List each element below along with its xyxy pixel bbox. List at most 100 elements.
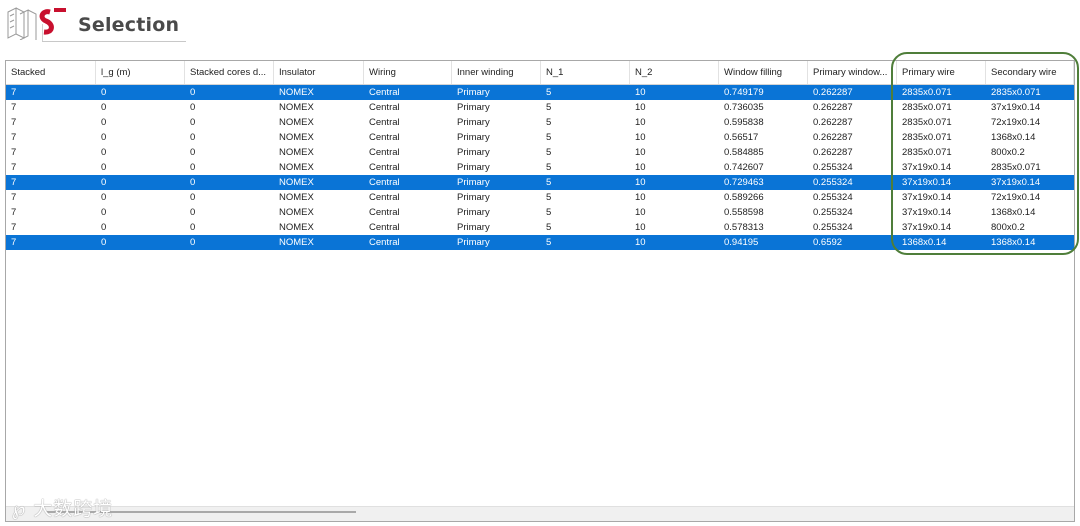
cell-stacked: 7 — [11, 162, 17, 173]
cell-insulator: NOMEX — [279, 222, 314, 233]
cell-lg: 0 — [101, 207, 107, 218]
column-header-primary-wire[interactable]: Primary wire — [897, 61, 986, 84]
cell-primary-window: 0.262287 — [813, 87, 853, 98]
table-row[interactable]: 7 0 0 NOMEX Central Primary 5 10 0.742607 0.25532… — [6, 160, 1074, 175]
column-header-stacked-cores[interactable]: Stacked cores d... — [185, 61, 274, 84]
column-header-wiring[interactable]: Wiring — [364, 61, 452, 84]
cell-insulator: NOMEX — [279, 117, 314, 128]
cell-primary-window: 0.255324 — [813, 177, 853, 188]
cell-stacked-cores: 0 — [190, 237, 196, 248]
wire-logo-icon — [7, 7, 66, 40]
cell-primary-window: 0.262287 — [813, 102, 853, 113]
cell-secondary-wire: 800x0.2 — [991, 222, 1025, 233]
cell-lg: 0 — [101, 102, 107, 113]
cell-window-filling: 0.595838 — [724, 117, 764, 128]
cell-stacked-cores: 0 — [190, 207, 196, 218]
selection-table[interactable]: Stacked l_g (m) Stacked cores d... Insulato… — [5, 60, 1075, 522]
cell-inner-winding: Primary — [457, 192, 490, 203]
cell-n1: 5 — [546, 117, 552, 128]
column-header-n1[interactable]: N_1 — [541, 61, 630, 84]
column-header-secondary-wire[interactable]: Secondary wire — [986, 61, 1074, 84]
cell-n1: 5 — [546, 222, 552, 233]
watermark-logo-icon: ℘ — [12, 498, 27, 520]
cell-inner-winding: Primary — [457, 207, 490, 218]
cell-stacked: 7 — [11, 207, 17, 218]
cell-wiring: Central — [369, 132, 400, 143]
cell-stacked: 7 — [11, 192, 17, 203]
cell-secondary-wire: 1368x0.14 — [991, 207, 1036, 218]
cell-stacked-cores: 0 — [190, 117, 196, 128]
cell-n1: 5 — [546, 192, 552, 203]
watermark: ℘ 大数跨境 — [12, 494, 113, 521]
cell-wiring: Central — [369, 117, 400, 128]
table-row[interactable]: 7 0 0 NOMEX Central Primary 5 10 0.584885 0.26228… — [6, 145, 1074, 160]
table-row[interactable]: 7 0 0 NOMEX Central Primary 5 10 0.56517 0.262287… — [6, 130, 1074, 145]
cell-primary-window: 0.255324 — [813, 162, 853, 173]
cell-insulator: NOMEX — [279, 132, 314, 143]
table-row[interactable]: 7 0 0 NOMEX Central Primary 5 10 0.578313 0.25532… — [6, 220, 1074, 235]
cell-primary-wire: 37x19x0.14 — [902, 177, 952, 188]
table-row[interactable]: 7 0 0 NOMEX Central Primary 5 10 0.558598 0.25532… — [6, 205, 1074, 220]
table-row[interactable]: 7 0 0 NOMEX Central Primary 5 10 0.729463 0.25532… — [6, 175, 1074, 190]
cell-primary-wire: 2835x0.071 — [902, 147, 952, 158]
cell-lg: 0 — [101, 177, 107, 188]
cell-wiring: Central — [369, 102, 400, 113]
cell-n1: 5 — [546, 87, 552, 98]
cell-stacked-cores: 0 — [190, 102, 196, 113]
cell-inner-winding: Primary — [457, 222, 490, 233]
header-divider-vertical — [42, 24, 43, 42]
cell-lg: 0 — [101, 147, 107, 158]
table-row[interactable]: 7 0 0 NOMEX Central Primary 5 10 0.749179 0.26228… — [6, 85, 1074, 100]
cell-inner-winding: Primary — [457, 102, 490, 113]
column-header-primary-window[interactable]: Primary window... — [808, 61, 897, 84]
cell-n2: 10 — [635, 177, 646, 188]
cell-inner-winding: Primary — [457, 237, 490, 248]
cell-primary-wire: 37x19x0.14 — [902, 207, 952, 218]
column-header-lg[interactable]: l_g (m) — [96, 61, 185, 84]
cell-stacked-cores: 0 — [190, 177, 196, 188]
horizontal-scrollbar[interactable] — [6, 506, 1074, 521]
table-row[interactable]: 7 0 0 NOMEX Central Primary 5 10 0.94195 0.6592 13… — [6, 235, 1074, 250]
cell-wiring: Central — [369, 147, 400, 158]
header: Selection — [0, 0, 1080, 50]
cell-n2: 10 — [635, 237, 646, 248]
cell-wiring: Central — [369, 87, 400, 98]
cell-wiring: Central — [369, 177, 400, 188]
column-header-window-filling[interactable]: Window filling — [719, 61, 808, 84]
cell-stacked-cores: 0 — [190, 192, 196, 203]
cell-primary-wire: 2835x0.071 — [902, 132, 952, 143]
cell-wiring: Central — [369, 162, 400, 173]
cell-wiring: Central — [369, 207, 400, 218]
column-header-insulator[interactable]: Insulator — [274, 61, 364, 84]
cell-window-filling: 0.584885 — [724, 147, 764, 158]
cell-n2: 10 — [635, 192, 646, 203]
table-row[interactable]: 7 0 0 NOMEX Central Primary 5 10 0.736035 0.26228… — [6, 100, 1074, 115]
cell-inner-winding: Primary — [457, 87, 490, 98]
cell-inner-winding: Primary — [457, 132, 490, 143]
table-row[interactable]: 7 0 0 NOMEX Central Primary 5 10 0.595838 0.26228… — [6, 115, 1074, 130]
cell-stacked-cores: 0 — [190, 132, 196, 143]
cell-window-filling: 0.589266 — [724, 192, 764, 203]
cell-insulator: NOMEX — [279, 87, 314, 98]
cell-window-filling: 0.729463 — [724, 177, 764, 188]
cell-secondary-wire: 2835x0.071 — [991, 87, 1041, 98]
cell-window-filling: 0.56517 — [724, 132, 759, 143]
cell-n2: 10 — [635, 147, 646, 158]
cell-n2: 10 — [635, 222, 646, 233]
cell-primary-wire: 1368x0.14 — [902, 237, 947, 248]
table-row[interactable]: 7 0 0 NOMEX Central Primary 5 10 0.589266 0.25532… — [6, 190, 1074, 205]
cell-secondary-wire: 1368x0.14 — [991, 237, 1036, 248]
cell-window-filling: 0.558598 — [724, 207, 764, 218]
cell-lg: 0 — [101, 87, 107, 98]
cell-n2: 10 — [635, 162, 646, 173]
column-header-inner-winding[interactable]: Inner winding — [452, 61, 541, 84]
cell-lg: 0 — [101, 162, 107, 173]
cell-primary-wire: 2835x0.071 — [902, 117, 952, 128]
cell-lg: 0 — [101, 132, 107, 143]
cell-primary-wire: 37x19x0.14 — [902, 192, 952, 203]
cell-wiring: Central — [369, 222, 400, 233]
cell-window-filling: 0.742607 — [724, 162, 764, 173]
column-header-n2[interactable]: N_2 — [630, 61, 719, 84]
cell-stacked: 7 — [11, 147, 17, 158]
column-header-stacked[interactable]: Stacked — [6, 61, 96, 84]
